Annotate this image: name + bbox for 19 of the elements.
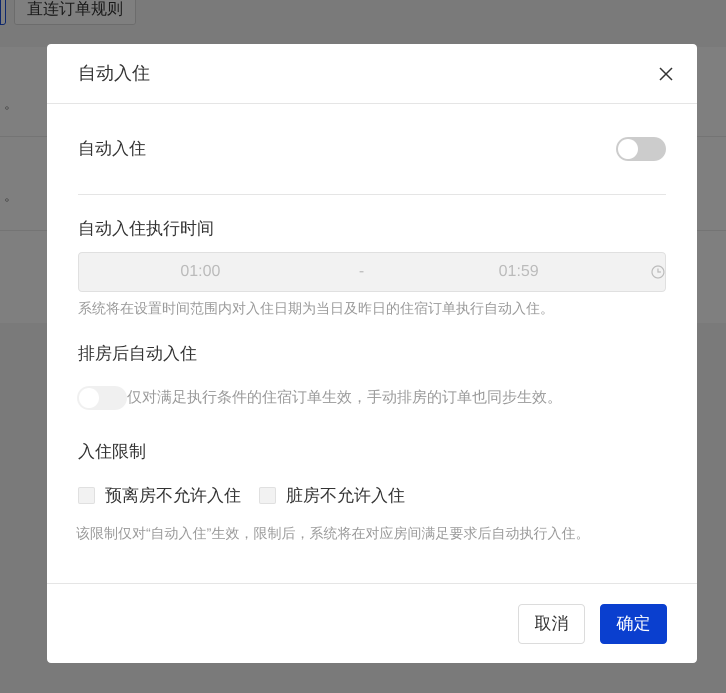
hint-text: 系统将在设置时间范围内对入住日期为当日及昨日的住宿订单执行自动入住。 [78, 299, 555, 318]
note-text: 仅对满足执行条件的住宿订单生效，手动排房的订单也同步生效。 [127, 388, 562, 408]
row-text: 。 [4, 186, 18, 205]
row-text: 。 [4, 94, 18, 113]
section-label: 自动入住执行时间 [78, 218, 215, 240]
confirm-button[interactable]: 确定 [600, 604, 667, 644]
time-text: - [358, 262, 366, 282]
checkbox-label: 预离房不允许入住 [105, 485, 241, 507]
section-label: 入住限制 [78, 441, 147, 463]
toggle-switch[interactable] [616, 137, 666, 161]
dialog-title: 自动入住 [78, 62, 150, 85]
hint-text: 该限制仅对“自动入住”生效，限制后，系统将在对应房间满足要求后自动执行入住。 [76, 524, 590, 542]
setting-label: 自动入住 [78, 138, 146, 160]
rule-button[interactable]: 直连订单规则 [14, 0, 136, 25]
checkbox-label: 脏房不允许入住 [286, 485, 405, 507]
section-label: 排房后自动入住 [78, 343, 198, 365]
close-icon[interactable] [659, 66, 673, 80]
clock-icon [651, 265, 665, 279]
cancel-button[interactable]: 取消 [518, 604, 585, 644]
